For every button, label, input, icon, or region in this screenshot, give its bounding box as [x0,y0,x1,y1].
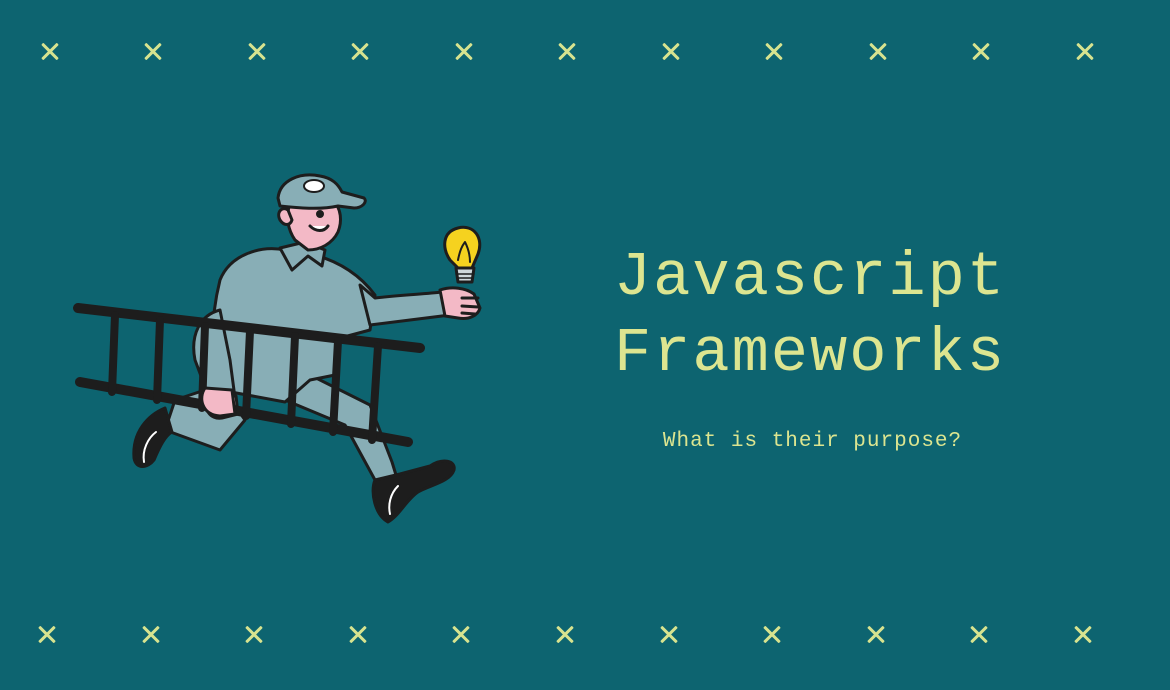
x-icon [37,624,57,644]
x-icon [868,41,888,61]
handyman-illustration [70,170,490,535]
subtitle: What is their purpose? [662,430,963,453]
x-icon [350,41,370,61]
x-icon [247,41,267,61]
x-icon [557,41,577,61]
title: Javascript Frameworks [560,240,1060,392]
x-icon [555,624,575,644]
x-icon [1075,41,1095,61]
title-line-1: Javascript [613,242,1007,313]
x-icon [451,624,471,644]
x-icon [866,624,886,644]
x-icon [764,41,784,61]
x-icon [762,624,782,644]
x-icon [659,624,679,644]
x-icon [971,41,991,61]
handyman-with-ladder-icon [73,173,482,524]
x-icon [661,41,681,61]
x-icon [143,41,163,61]
top-x-row [0,31,1170,71]
x-icon [454,41,474,61]
x-icon [244,624,264,644]
x-icon [348,624,368,644]
bottom-x-row [0,614,1170,654]
title-line-2: Frameworks [613,318,1007,389]
x-icon [1073,624,1093,644]
x-icon [40,41,60,61]
x-icon [141,624,161,644]
x-icon [969,624,989,644]
